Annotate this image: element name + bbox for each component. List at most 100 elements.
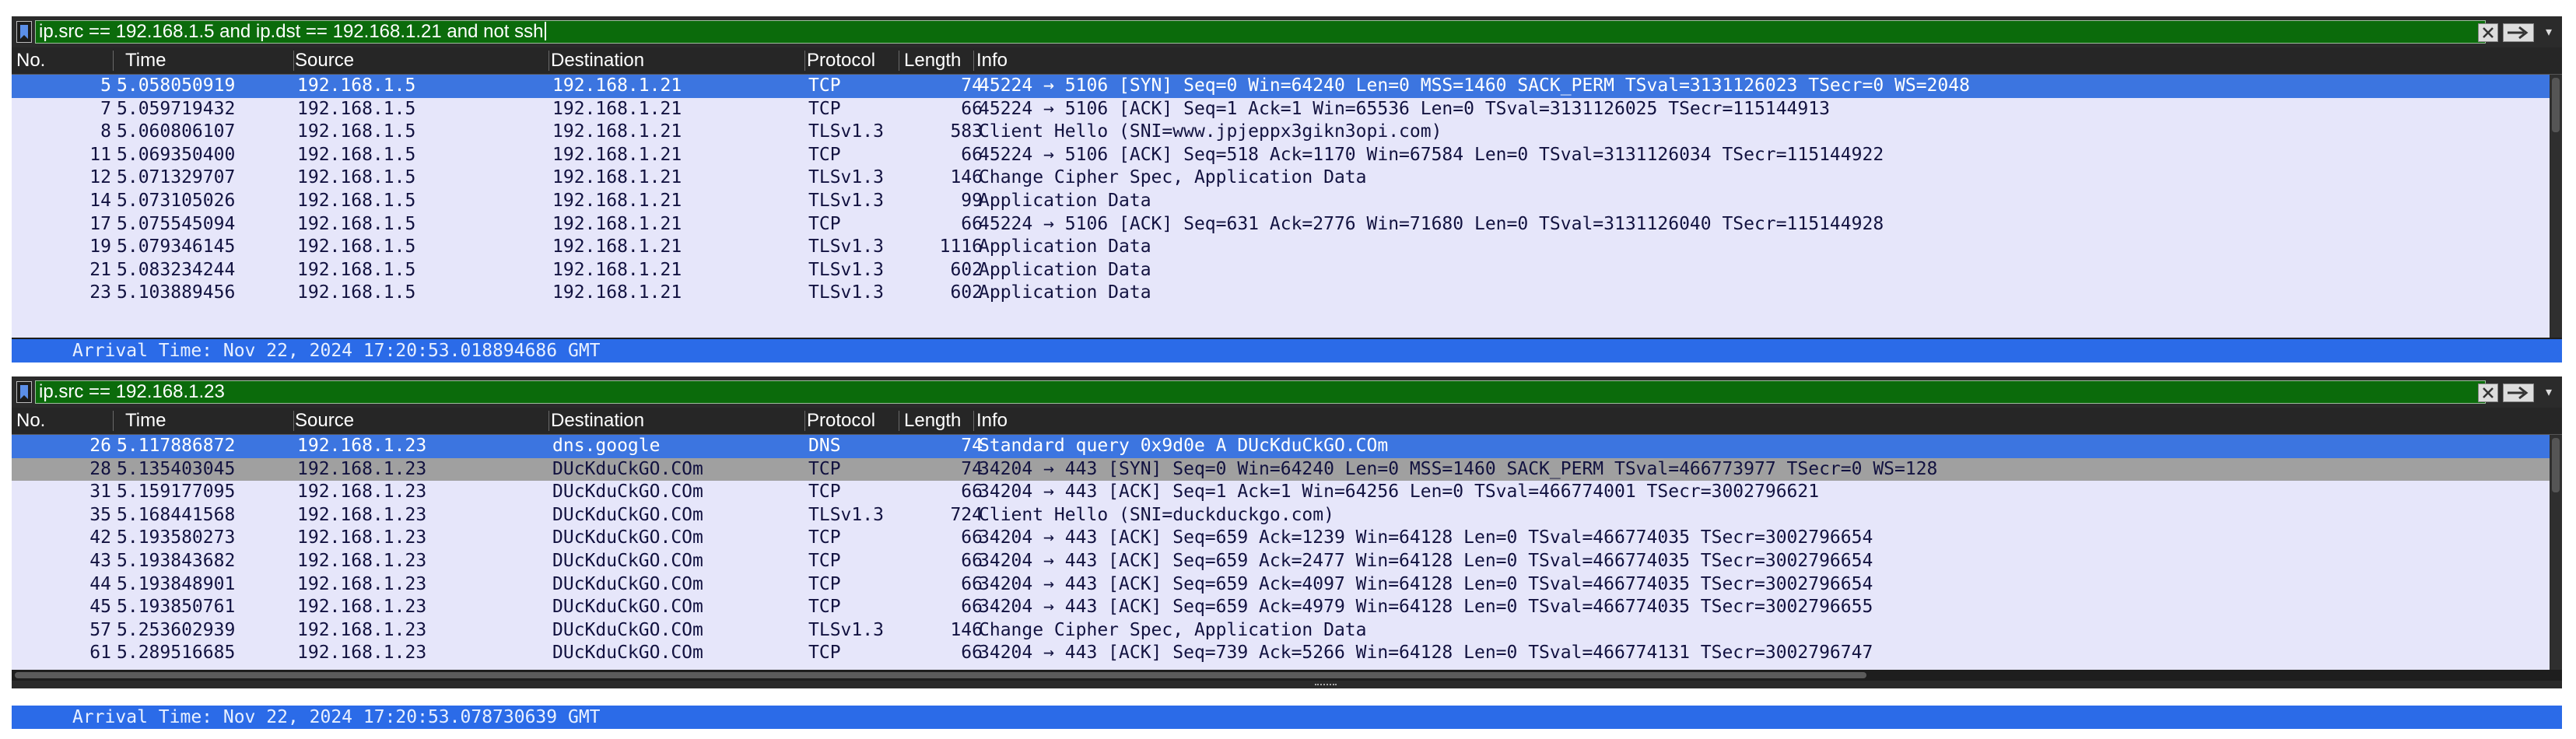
packet-row[interactable]: 57 5.253602939 192.168.1.23 DUcKduCkGO.COm T… [12, 619, 2550, 643]
packet-list[interactable]: 26 5.117886872 192.168.1.23 dns.google DNS 74… [12, 435, 2550, 670]
pane-splitter[interactable] [12, 681, 2562, 688]
packet-protocol: TLSv1.3 [808, 167, 884, 188]
packet-destination: DUcKduCkGO.COm [552, 527, 703, 548]
packet-row[interactable]: 28 5.135403045 192.168.1.23 DUcKduCkGO.COm T… [12, 457, 2550, 482]
filter-bookmark-button[interactable] [16, 21, 32, 43]
column-source[interactable]: Source [295, 408, 354, 434]
packet-row[interactable]: 23 5.103889456 192.168.1.5 192.168.1.21 TLSv… [12, 282, 2550, 305]
display-filter-toolbar: ip.src == 192.168.1.23 ▾ [12, 377, 2562, 408]
column-divider[interactable] [804, 411, 805, 431]
packet-row[interactable]: 26 5.117886872 192.168.1.23 dns.google DNS 74… [12, 435, 2550, 458]
packet-number: 11 [89, 144, 111, 165]
packet-row[interactable]: 11 5.069350400 192.168.1.5 192.168.1.21 TCP 6… [12, 144, 2550, 167]
packet-protocol: TLSv1.3 [808, 236, 884, 257]
packet-length: 66 [961, 213, 983, 234]
column-divider[interactable] [548, 411, 549, 431]
filter-bookmark-button[interactable] [16, 381, 32, 403]
packet-pane-1: ip.src == 192.168.1.5 and ip.dst == 192.… [12, 16, 2562, 362]
packet-time: 5.059719432 [117, 98, 236, 119]
packet-destination: DUcKduCkGO.COm [552, 550, 703, 571]
packet-list[interactable]: 5 5.058050919 192.168.1.5 192.168.1.21 TCP 74… [12, 75, 2550, 338]
column-time[interactable]: Time [125, 47, 166, 74]
column-length[interactable]: Length [904, 408, 961, 434]
packet-row[interactable]: 12 5.071329707 192.168.1.5 192.168.1.21 TLSv… [12, 166, 2550, 190]
column-no[interactable]: No. [16, 408, 45, 434]
packet-info: Client Hello (SNI=duckduckgo.com) [979, 504, 1334, 525]
column-divider[interactable] [113, 411, 114, 431]
packet-number: 43 [89, 550, 111, 571]
packet-destination: 192.168.1.21 [552, 167, 682, 188]
packet-time: 5.071329707 [117, 167, 236, 188]
packet-info: 34204 → 443 [ACK] Seq=659 Ack=4097 Win=6… [979, 573, 1873, 594]
packet-protocol: DNS [808, 436, 841, 456]
column-divider[interactable] [804, 51, 805, 71]
vertical-scrollbar[interactable] [2550, 75, 2562, 338]
packet-detail-summary[interactable]: Arrival Time: Nov 22, 2024 17:20:53.0188… [12, 339, 2562, 362]
column-source[interactable]: Source [295, 47, 354, 74]
clear-x-icon [2483, 27, 2494, 38]
packet-length: 66 [961, 144, 983, 165]
vertical-scrollbar[interactable] [2550, 435, 2562, 670]
packet-row[interactable]: 45 5.193850761 192.168.1.23 DUcKduCkGO.COm T… [12, 596, 2550, 619]
packet-number: 44 [89, 573, 111, 594]
scroll-thumb[interactable] [15, 672, 1866, 678]
packet-row[interactable]: 35 5.168441568 192.168.1.23 DUcKduCkGO.COm T… [12, 504, 2550, 527]
packet-source: 192.168.1.5 [297, 98, 416, 119]
filter-history-dropdown[interactable]: ▾ [2540, 23, 2557, 42]
column-destination[interactable]: Destination [551, 408, 644, 434]
column-divider[interactable] [973, 411, 974, 431]
column-divider[interactable] [973, 51, 974, 71]
column-divider[interactable] [113, 51, 114, 71]
packet-length: 99 [961, 190, 983, 211]
packet-length: 66 [961, 550, 983, 571]
column-divider[interactable] [293, 411, 294, 431]
packet-row[interactable]: 61 5.289516685 192.168.1.23 DUcKduCkGO.COm T… [12, 642, 2550, 665]
clear-filter-button[interactable] [2478, 23, 2498, 42]
horizontal-scrollbar[interactable] [12, 670, 2562, 681]
column-protocol[interactable]: Protocol [807, 408, 875, 434]
packet-info: Application Data [979, 282, 1151, 303]
packet-number: 19 [89, 236, 111, 257]
packet-time: 5.075545094 [117, 213, 236, 234]
column-destination[interactable]: Destination [551, 47, 644, 74]
packet-number: 45 [89, 597, 111, 618]
packet-list-header: No. Time Source Destination Protocol Len… [12, 408, 2562, 435]
packet-source: 192.168.1.5 [297, 121, 416, 142]
packet-protocol: TCP [808, 75, 841, 96]
display-filter-input[interactable]: ip.src == 192.168.1.23 [35, 380, 2486, 404]
packet-row[interactable]: 44 5.193848901 192.168.1.23 DUcKduCkGO.COm T… [12, 573, 2550, 597]
bookmark-icon [20, 25, 28, 39]
packet-row[interactable]: 43 5.193843682 192.168.1.23 DUcKduCkGO.COm T… [12, 550, 2550, 573]
packet-row[interactable]: 14 5.073105026 192.168.1.5 192.168.1.21 TLSv… [12, 190, 2550, 213]
packet-row[interactable]: 42 5.193580273 192.168.1.23 DUcKduCkGO.COm T… [12, 527, 2550, 550]
packet-length: 66 [961, 98, 983, 119]
scroll-thumb[interactable] [2552, 78, 2560, 132]
column-info[interactable]: Info [976, 47, 1008, 74]
packet-detail-summary[interactable]: Arrival Time: Nov 22, 2024 17:20:53.0787… [12, 706, 2562, 729]
column-divider[interactable] [293, 51, 294, 71]
column-info[interactable]: Info [976, 408, 1008, 434]
column-protocol[interactable]: Protocol [807, 47, 875, 74]
splitter-grip-icon [1315, 684, 1337, 687]
packet-row[interactable]: 8 5.060806107 192.168.1.5 192.168.1.21 TLSv1… [12, 121, 2550, 144]
apply-filter-button[interactable] [2503, 384, 2534, 402]
packet-row[interactable]: 7 5.059719432 192.168.1.5 192.168.1.21 TCP 66… [12, 98, 2550, 121]
packet-time: 5.135403045 [117, 458, 236, 479]
column-divider[interactable] [548, 51, 549, 71]
clear-filter-button[interactable] [2478, 384, 2498, 402]
display-filter-input[interactable]: ip.src == 192.168.1.5 and ip.dst == 192.… [35, 20, 2486, 44]
packet-info: 45224 → 5106 [ACK] Seq=518 Ack=1170 Win=… [979, 144, 1884, 165]
packet-info: Application Data [979, 236, 1151, 257]
packet-row[interactable]: 5 5.058050919 192.168.1.5 192.168.1.21 TCP 74… [12, 75, 2550, 98]
column-time[interactable]: Time [125, 408, 166, 434]
apply-filter-button[interactable] [2503, 23, 2534, 42]
filter-history-dropdown[interactable]: ▾ [2540, 384, 2557, 402]
packet-row[interactable]: 19 5.079346145 192.168.1.5 192.168.1.21 TLSv… [12, 236, 2550, 259]
packet-row[interactable]: 17 5.075545094 192.168.1.5 192.168.1.21 TCP 6… [12, 213, 2550, 236]
column-length[interactable]: Length [904, 47, 961, 74]
scroll-thumb[interactable] [2552, 438, 2560, 492]
packet-row[interactable]: 31 5.159177095 192.168.1.23 DUcKduCkGO.COm T… [12, 481, 2550, 504]
column-no[interactable]: No. [16, 47, 45, 74]
packet-time: 5.193850761 [117, 597, 236, 618]
packet-row[interactable]: 21 5.083234244 192.168.1.5 192.168.1.21 TLSv… [12, 259, 2550, 282]
